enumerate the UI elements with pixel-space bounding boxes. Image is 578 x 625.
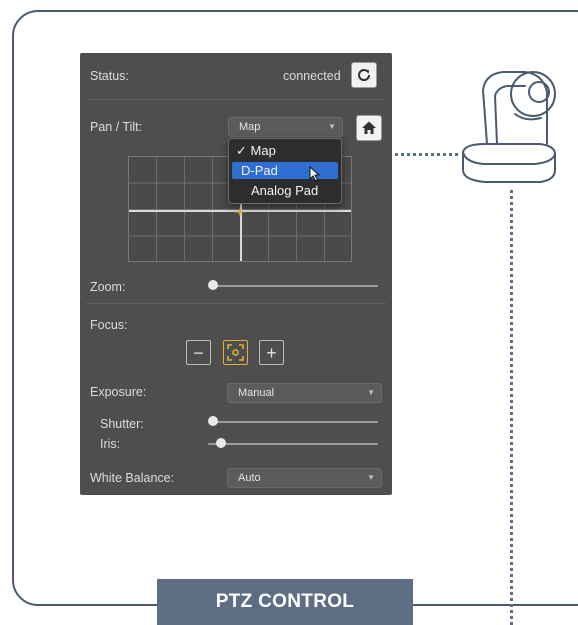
ptz-camera-icon — [462, 71, 556, 183]
refresh-icon — [358, 69, 371, 81]
chevron-down-icon: ▼ — [328, 122, 336, 131]
menu-item-label: D-Pad — [241, 163, 278, 178]
status-value: connected — [283, 69, 341, 83]
exposure-mode-select[interactable]: Manual ▼ — [227, 383, 382, 403]
exposure-label: Exposure: — [90, 385, 147, 399]
map-position-marker-icon[interactable] — [235, 206, 245, 217]
status-label: Status: — [90, 69, 129, 83]
chevron-down-icon: ▼ — [367, 388, 375, 397]
ptz-control-panel: Status: connected Pan / Tilt: Map ▼ ✓ Ma… — [80, 53, 392, 495]
menu-item-analog-pad[interactable]: Analog Pad — [232, 182, 338, 199]
plus-icon: + — [266, 342, 277, 363]
pan-tilt-mode-menu: ✓ Map D-Pad Analog Pad — [228, 138, 342, 204]
zoom-slider-track[interactable] — [208, 285, 378, 287]
pan-tilt-mode-value: Map — [239, 121, 261, 133]
focus-near-button[interactable]: − — [186, 340, 211, 365]
zoom-slider-knob[interactable] — [208, 280, 218, 290]
menu-item-d-pad[interactable]: D-Pad — [232, 162, 338, 182]
checkmark-icon: ✓ — [236, 143, 247, 158]
white-balance-label: White Balance: — [90, 471, 175, 485]
connector-line-vertical — [510, 190, 513, 625]
shutter-slider-knob[interactable] — [208, 416, 218, 426]
menu-item-label: Map — [250, 143, 276, 158]
separator — [86, 99, 386, 100]
iris-slider-knob[interactable] — [216, 438, 226, 448]
iris-slider-track[interactable] — [208, 443, 378, 445]
home-button[interactable] — [356, 115, 382, 141]
menu-item-map[interactable]: ✓ Map — [232, 142, 338, 159]
iris-label: Iris: — [100, 437, 121, 451]
pan-tilt-label: Pan / Tilt: — [90, 120, 143, 134]
refresh-button[interactable] — [351, 62, 377, 88]
mouse-cursor-icon — [309, 166, 321, 182]
home-icon — [362, 121, 376, 134]
shutter-label: Shutter: — [100, 417, 144, 431]
exposure-mode-value: Manual — [238, 387, 275, 399]
zoom-label: Zoom: — [90, 280, 126, 294]
minus-icon: − — [193, 342, 204, 363]
separator — [86, 303, 386, 304]
pan-tilt-mode-select[interactable]: Map ▼ — [228, 117, 343, 137]
white-balance-value: Auto — [238, 472, 261, 484]
shutter-slider-track[interactable] — [208, 421, 378, 423]
autofocus-button[interactable] — [223, 340, 248, 365]
focus-label: Focus: — [90, 318, 128, 332]
menu-item-label: Analog Pad — [251, 183, 319, 198]
connector-line-horizontal — [388, 153, 458, 156]
ptz-control-caption: PTZ CONTROL — [157, 579, 413, 625]
chevron-down-icon: ▼ — [367, 473, 375, 482]
autofocus-icon — [227, 344, 244, 361]
focus-far-button[interactable]: + — [259, 340, 284, 365]
white-balance-select[interactable]: Auto ▼ — [227, 468, 382, 488]
